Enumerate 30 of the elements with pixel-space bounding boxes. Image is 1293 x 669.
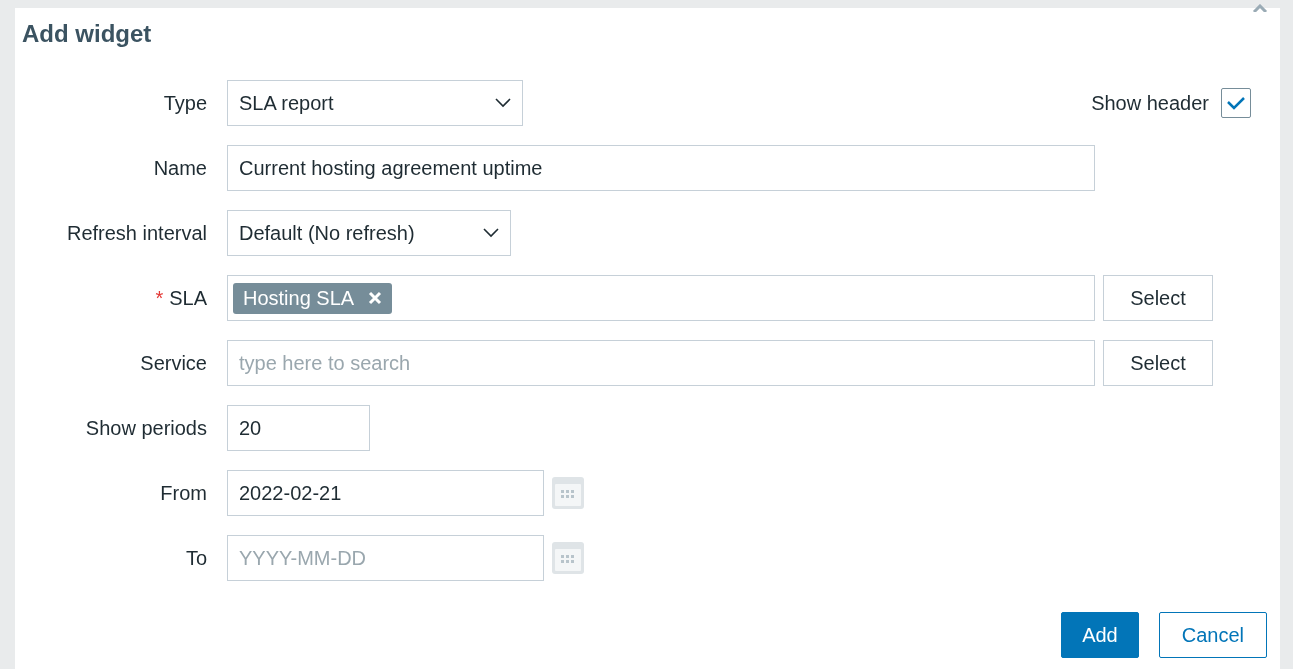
text-field[interactable]: Current hosting agreement uptime	[227, 145, 1095, 191]
remove-icon[interactable]	[368, 291, 383, 305]
calendar-icon[interactable]	[551, 476, 585, 510]
checkbox-label: Show header	[1091, 91, 1209, 115]
checkmark-icon	[1226, 96, 1246, 110]
add-button[interactable]: Add	[1061, 612, 1139, 658]
calendar-icon[interactable]	[551, 541, 585, 575]
select-button[interactable]: Select	[1103, 340, 1213, 386]
chevron-down-icon	[495, 98, 511, 108]
select-button[interactable]: Select	[1103, 275, 1213, 321]
field-label: Refresh interval	[66, 221, 207, 245]
date-field[interactable]: YYYY-MM-DD	[227, 535, 544, 581]
chevron-down-icon	[483, 228, 499, 238]
field-label: To	[185, 546, 207, 570]
field-label: From	[160, 481, 207, 505]
field-label: Name	[153, 156, 207, 180]
search-field[interactable]: type here to search	[227, 340, 1095, 386]
dropdown[interactable]: SLA report	[227, 80, 523, 126]
close-icon[interactable]	[1252, 4, 1268, 12]
text-field[interactable]: 20	[227, 405, 370, 451]
field-label: Service	[140, 351, 207, 375]
required-mark: *	[155, 286, 164, 310]
date-field[interactable]: 2022-02-21	[227, 470, 544, 516]
checkbox[interactable]	[1221, 88, 1251, 118]
field-label: Type	[163, 91, 207, 115]
field-label: SLA	[169, 286, 207, 310]
dialog-title: Add widget	[21, 19, 153, 49]
cancel-button[interactable]: Cancel	[1158, 612, 1267, 658]
field-label: Show periods	[85, 416, 207, 440]
dropdown[interactable]: Default (No refresh)	[227, 210, 511, 256]
